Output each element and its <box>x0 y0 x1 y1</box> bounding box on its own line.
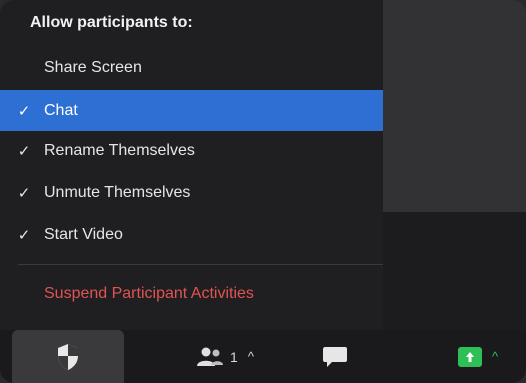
menu-item-label: Chat <box>44 101 78 119</box>
menu-item-label: Start Video <box>44 225 123 243</box>
chevron-up-icon[interactable]: ^ <box>248 349 254 364</box>
suspend-activities-item[interactable]: Suspend Participant Activities <box>0 273 383 314</box>
meeting-window: Allow participants to: Share Screen ✓ Ch… <box>0 0 526 383</box>
meeting-toolbar: 1 ^ ^ <box>0 330 526 383</box>
chat-button[interactable] <box>305 330 365 383</box>
participants-button[interactable]: 1 ^ <box>170 330 280 383</box>
share-chevron-up-icon[interactable]: ^ <box>492 349 498 364</box>
security-menu: Allow participants to: Share Screen ✓ Ch… <box>0 0 383 330</box>
menu-item-start-video[interactable]: ✓ Start Video <box>0 214 383 255</box>
checkmark-icon: ✓ <box>17 226 31 244</box>
video-area <box>382 0 526 212</box>
video-area-lower <box>382 212 526 330</box>
menu-item-share-screen[interactable]: Share Screen <box>0 47 383 88</box>
menu-item-unmute-themselves[interactable]: ✓ Unmute Themselves <box>0 172 383 213</box>
security-button[interactable] <box>12 330 124 383</box>
menu-divider <box>18 264 383 265</box>
shield-icon <box>58 343 78 370</box>
menu-item-label: Share Screen <box>44 58 142 76</box>
menu-item-label: Rename Themselves <box>44 141 195 159</box>
checkmark-icon: ✓ <box>17 142 31 160</box>
menu-item-chat[interactable]: ✓ Chat <box>0 90 383 131</box>
suspend-label: Suspend Participant Activities <box>44 284 254 302</box>
checkmark-icon: ✓ <box>17 184 31 202</box>
menu-header: Allow participants to: <box>30 14 193 31</box>
chat-icon <box>323 346 347 367</box>
participants-count: 1 <box>230 348 238 365</box>
participants-icon <box>197 347 224 366</box>
menu-item-label: Unmute Themselves <box>44 183 191 201</box>
checkmark-icon: ✓ <box>17 102 31 120</box>
menu-item-rename-themselves[interactable]: ✓ Rename Themselves <box>0 130 383 171</box>
share-screen-button[interactable]: ^ <box>430 330 526 383</box>
share-screen-icon <box>457 346 482 367</box>
